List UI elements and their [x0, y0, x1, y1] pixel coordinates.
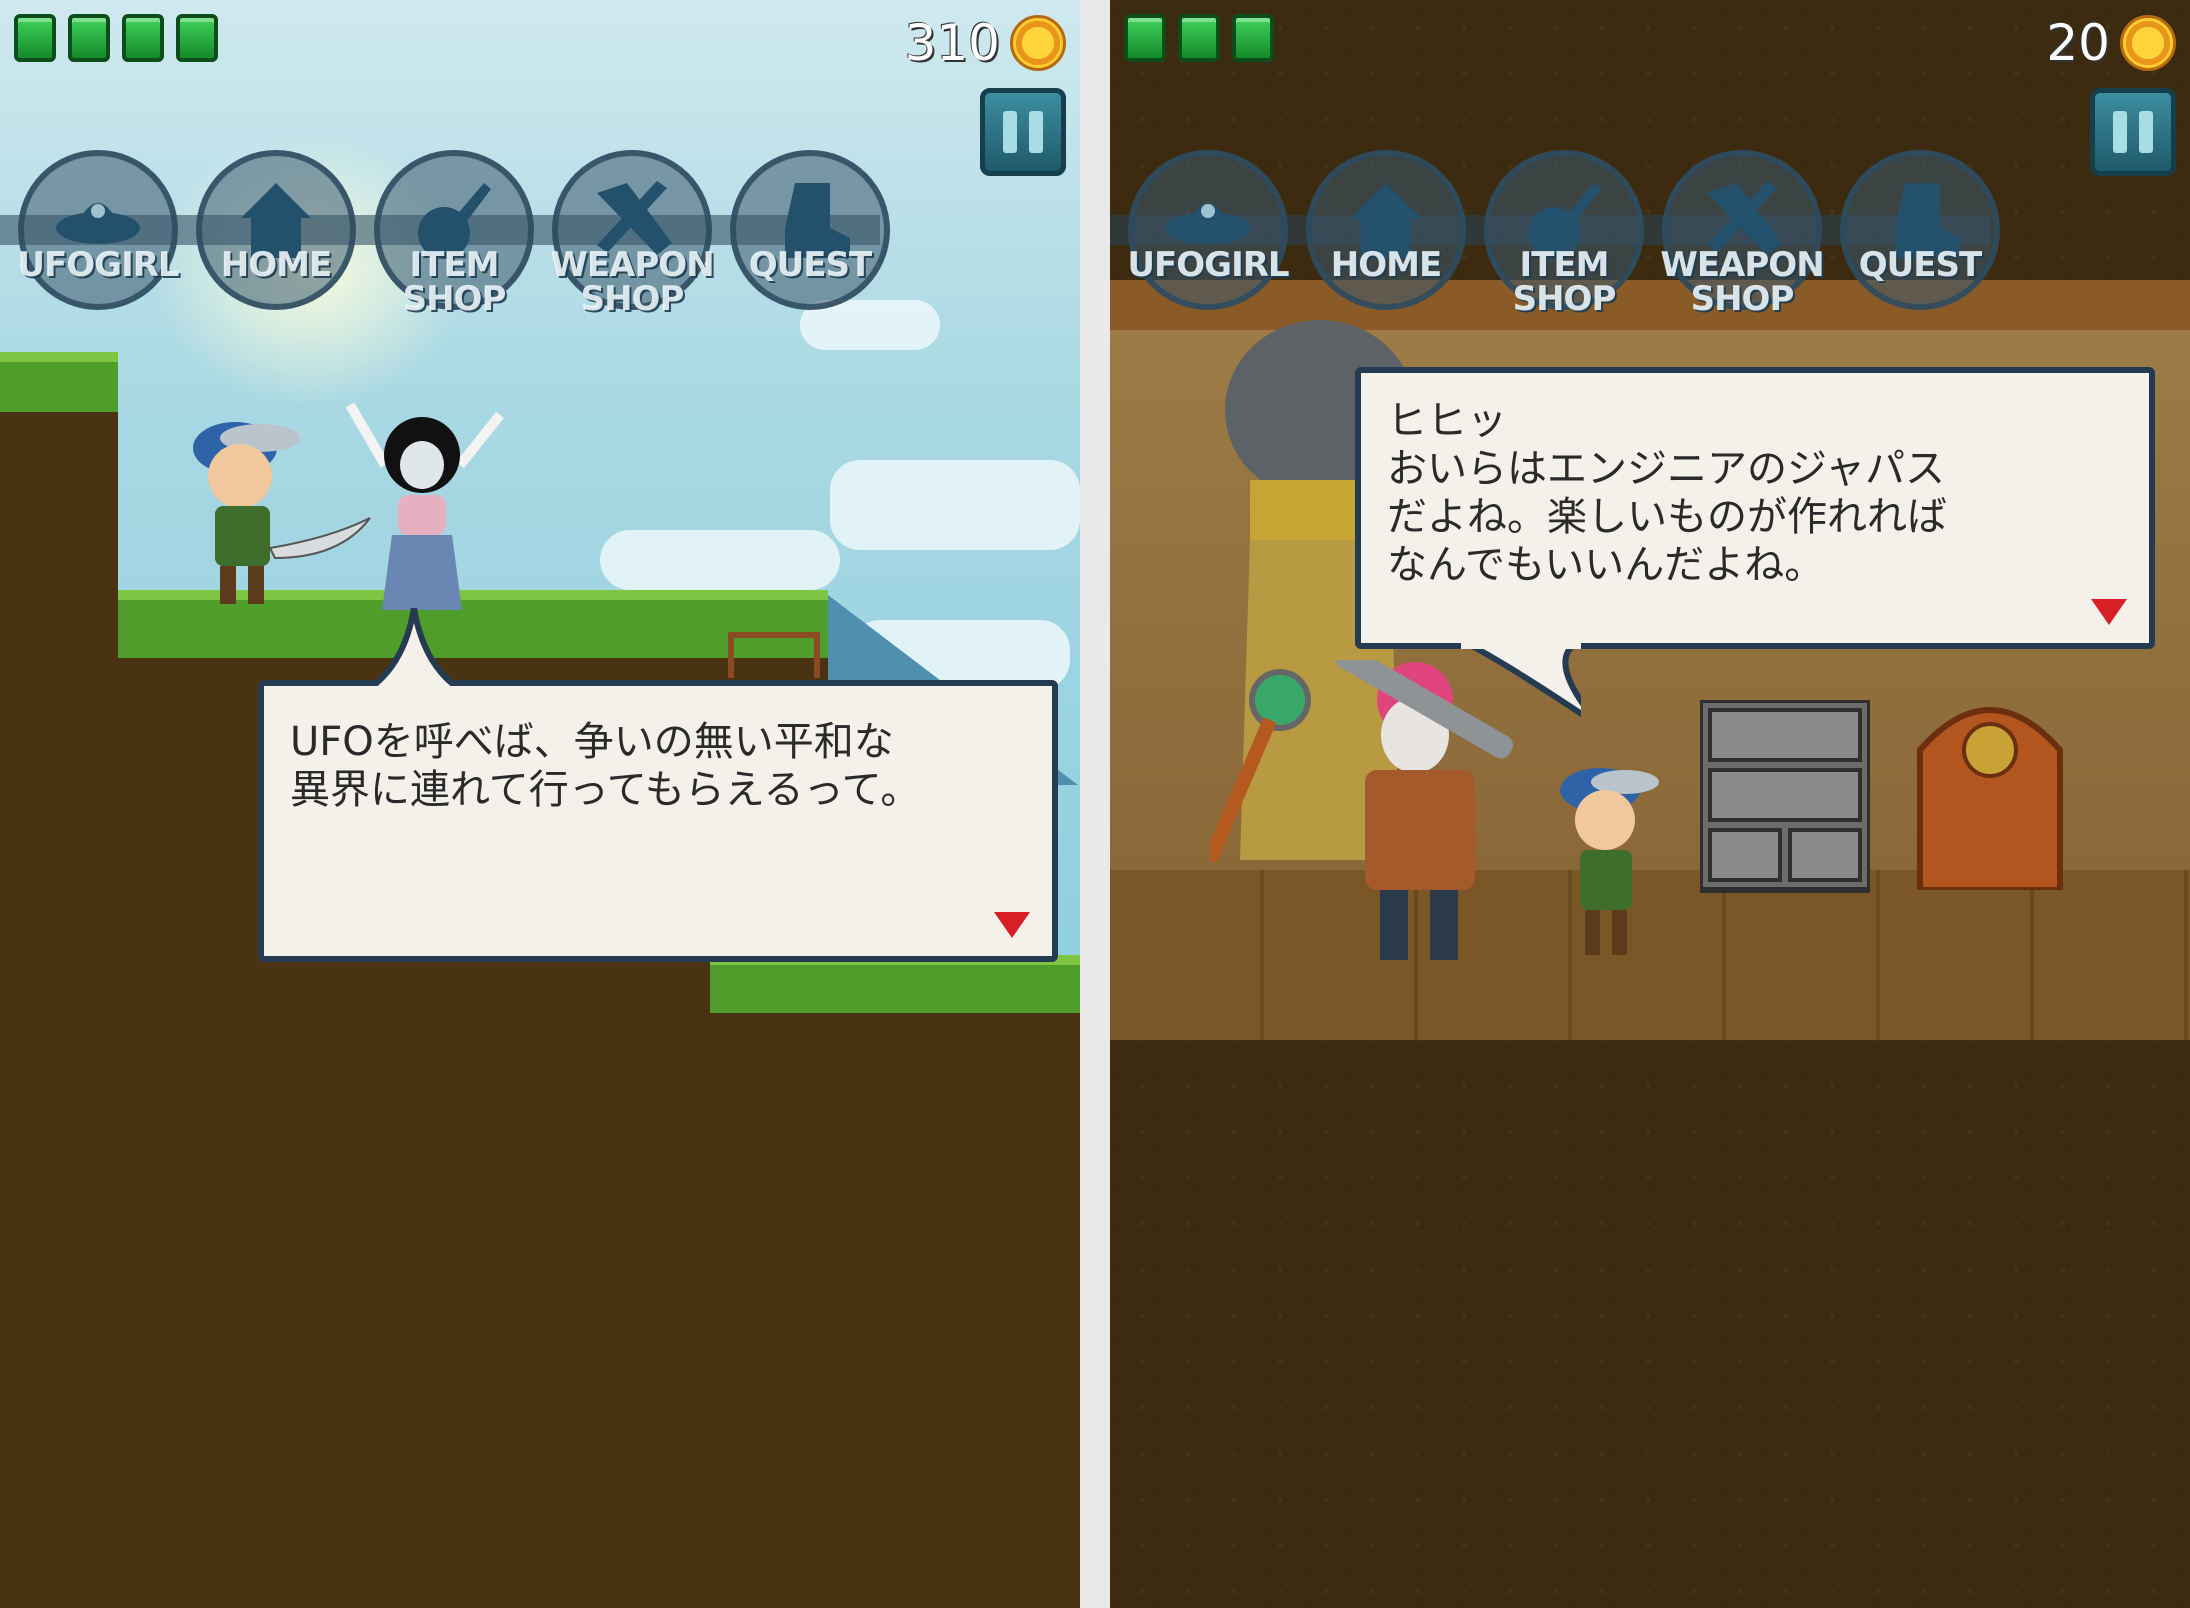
dialog-text-line: おいらはエンジニアのジャパス: [1387, 446, 1945, 492]
life-gem-icon: [14, 14, 56, 62]
coin-counter: 310: [905, 14, 1066, 72]
dialog-text-line: 異界に連れて行ってもらえるって。: [290, 767, 921, 813]
menu-label: UFOGIRL: [1127, 245, 1289, 285]
dialog-text-line: UFOを呼べば、争いの無い平和な: [290, 719, 894, 765]
dialog-text-line: ヒヒッ: [1387, 398, 1507, 444]
life-gem-icon: [68, 14, 110, 62]
dialog-text-line: なんでもいいんだよね。: [1387, 542, 1825, 588]
boy-hero-character: [1560, 768, 1659, 955]
menu-button-ufogirl[interactable]: UFOGIRL: [1127, 150, 1290, 310]
menu-button-quest[interactable]: QUEST: [1840, 150, 2000, 310]
dialog-box[interactable]: UFOを呼べば、争いの無い平和な 異界に連れて行ってもらえるって。: [258, 608, 1058, 962]
pause-bar-icon: [1029, 111, 1043, 153]
main-menu: UFOGIRL HOME ITEM SHOP WEAPON SHOP QUEST: [1127, 150, 2000, 316]
grass-ledge-lower: [710, 955, 1080, 1013]
menu-button-home[interactable]: HOME: [196, 150, 356, 310]
coin-count: 310: [904, 14, 1000, 72]
next-arrow-icon[interactable]: [2091, 599, 2127, 625]
pause-bar-icon: [2113, 111, 2127, 153]
fence: [728, 632, 820, 678]
menu-button-quest[interactable]: QUEST: [730, 150, 890, 310]
menu-button-weapon-shop[interactable]: WEAPON SHOP: [1660, 150, 1825, 316]
menu-button-home[interactable]: HOME: [1306, 150, 1466, 310]
main-menu: UFOGIRL HOME ITEM SHOP WEAPON SHOP QUEST: [17, 150, 890, 316]
lives-indicator: [1124, 14, 1274, 62]
cliff-lower-right: [710, 960, 1080, 1608]
game-screen-left: 310 UFOGIRL HOME ITEM SHOP WEAPON SHOP Q…: [0, 0, 1080, 1608]
menu-button-ufogirl[interactable]: UFOGIRL: [17, 150, 180, 310]
pause-bar-icon: [2139, 111, 2153, 153]
speech-tail: [359, 608, 469, 692]
menu-label: UFOGIRL: [17, 245, 179, 285]
gold-coin-icon: [2120, 15, 2176, 71]
coin-counter: 20: [2046, 14, 2176, 72]
menu-label: WEAPON SHOP: [550, 245, 714, 319]
menu-label: ITEM SHOP: [402, 245, 507, 319]
ufo-girl-character: [345, 402, 504, 610]
life-gem-icon: [122, 14, 164, 62]
life-gem-icon: [1178, 14, 1220, 62]
cloud: [600, 530, 840, 590]
game-screen-right: 20 UFOGIRL HOME ITEM SHOP WEAPON SHOP QU…: [1110, 0, 2190, 1608]
pause-button[interactable]: [980, 88, 1066, 176]
menu-button-item-shop[interactable]: ITEM SHOP: [1484, 150, 1644, 316]
ornate-door: [1917, 707, 2063, 890]
pause-bar-icon: [1003, 111, 1017, 153]
life-gem-icon: [176, 14, 218, 62]
lives-indicator: [14, 14, 218, 62]
drawer-cabinet: [1700, 700, 1870, 893]
speech-tail: [1461, 643, 1581, 718]
cliff-left: [0, 355, 118, 1608]
cloud: [830, 460, 1080, 550]
screenshot-divider: [1080, 0, 1110, 1608]
coin-count: 20: [2046, 14, 2110, 72]
life-gem-icon: [1124, 14, 1166, 62]
pause-button[interactable]: [2090, 88, 2176, 176]
menu-label: QUEST: [748, 245, 872, 285]
dialog-text-line: だよね。楽しいものが作れれば: [1387, 494, 1947, 540]
menu-button-item-shop[interactable]: ITEM SHOP: [374, 150, 534, 316]
dialog-box[interactable]: ヒヒッ おいらはエンジニアのジャパス だよね。楽しいものが作れれば なんでもいい…: [1355, 367, 2155, 718]
menu-label: QUEST: [1858, 245, 1982, 285]
life-gem-icon: [1232, 14, 1274, 62]
grass-ledge-upper: [0, 352, 118, 412]
menu-label: HOME: [220, 245, 332, 285]
menu-button-weapon-shop[interactable]: WEAPON SHOP: [550, 150, 715, 316]
gold-coin-icon: [1010, 15, 1066, 71]
menu-label: HOME: [1330, 245, 1442, 285]
menu-label: WEAPON SHOP: [1660, 245, 1824, 319]
next-arrow-icon[interactable]: [994, 912, 1030, 938]
menu-label: ITEM SHOP: [1512, 245, 1617, 319]
